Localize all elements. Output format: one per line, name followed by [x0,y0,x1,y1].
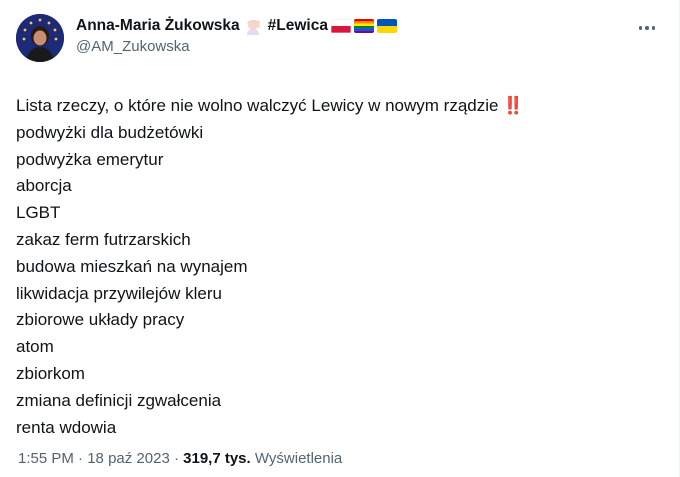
meta-separator: · [78,450,84,467]
author-info: Anna-Maria Żukowska #Lewica @AM_Zukowska [76,14,397,57]
tweet-headline: Lista rzeczy, o które nie wolno walczyć … [16,96,499,115]
tweet-header: Anna-Maria Żukowska #Lewica @AM_Zukowska [16,14,663,70]
dot-icon [645,26,649,30]
dot-icon [638,26,643,30]
tweet-text: Lista rzeczy, o które nie wolno walczyć … [16,93,663,441]
avatar[interactable] [16,14,64,62]
list-item: renta wdowia [16,417,117,437]
double-exclamation-emoji: ‼️ [502,96,523,115]
list-item: podwyżka emerytur [16,149,164,169]
list-item: zbiorkom [16,363,85,383]
list-item: zmiana definicji zgwałcenia [16,390,222,410]
tweet-headline-line: Lista rzeczy, o które nie wolno walczyć … [16,93,663,120]
list-item: atom [16,337,54,357]
tweet-meta: 1:55 PM · 18 paź 2023 · 319,7 tys. Wyświ… [18,449,342,469]
author-hashtag[interactable]: #Lewica [268,16,328,36]
tweet-time[interactable]: 1:55 PM [18,450,74,467]
list-item: LGBT [16,203,61,223]
author-handle[interactable]: @AM_Zukowska [76,37,397,57]
poland-flag-icon [330,19,351,33]
list-item: budowa mieszkań na wynajem [16,256,248,276]
author-name-row: Anna-Maria Żukowska #Lewica [76,16,397,36]
views-count: 319,7 tys. [183,450,251,467]
dot-icon [651,26,656,30]
list-item: zakaz ferm futrzarskich [16,229,191,249]
author-name[interactable]: Anna-Maria Żukowska [76,16,240,36]
more-options-button[interactable] [635,18,659,38]
list-item: aborcja [16,176,72,196]
list-item: zbiorowe układy pracy [16,310,185,330]
views-label: Wyświetlenia [254,450,343,467]
woman-raising-hand-emoji-icon [244,17,262,35]
ukraine-flag-icon [376,19,397,33]
meta-separator: · [173,450,179,467]
list-item: podwyżki dla budżetówki [16,122,204,142]
tweet-card: Anna-Maria Żukowska #Lewica @AM_Zukowska… [0,0,680,477]
list-item: likwidacja przywilejów kleru [16,283,222,303]
tweet-date[interactable]: 18 paź 2023 [87,450,170,467]
avatar-image [16,14,64,62]
rainbow-flag-icon [353,19,374,33]
